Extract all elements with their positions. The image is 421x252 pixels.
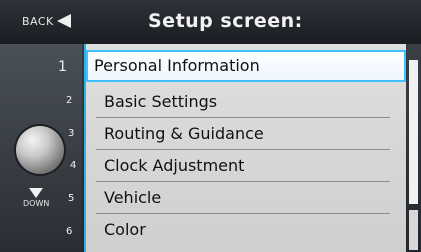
back-label: BACK bbox=[22, 14, 54, 28]
menu-item-label: Routing & Guidance bbox=[104, 124, 264, 143]
down-arrow-icon bbox=[29, 188, 44, 198]
menu-item-basic-settings[interactable]: Basic Settings bbox=[86, 86, 406, 118]
scroll-bar[interactable] bbox=[409, 60, 418, 204]
item-number-6: 6 bbox=[66, 226, 73, 237]
header-bar: BACK Setup screen: bbox=[0, 0, 421, 44]
menu-item-label: Personal Information bbox=[94, 56, 260, 75]
setup-menu: Personal Information Basic Settings Rout… bbox=[86, 44, 406, 252]
scroll-bar-lower[interactable] bbox=[409, 210, 418, 250]
back-button[interactable]: BACK bbox=[22, 14, 71, 28]
right-scroll-strip bbox=[406, 44, 421, 252]
menu-item-label: Vehicle bbox=[104, 188, 162, 207]
item-number-5: 5 bbox=[68, 193, 75, 204]
page-title: Setup screen: bbox=[148, 10, 303, 32]
menu-item-color[interactable]: Color bbox=[86, 214, 406, 246]
menu-item-label: Basic Settings bbox=[104, 92, 218, 111]
menu-item-routing-guidance[interactable]: Routing & Guidance bbox=[86, 118, 406, 150]
menu-item-clock-adjustment[interactable]: Clock Adjustment bbox=[86, 150, 406, 182]
down-label: DOWN bbox=[23, 199, 50, 208]
menu-item-vehicle[interactable]: Vehicle bbox=[86, 182, 406, 214]
back-arrow-icon bbox=[56, 14, 71, 28]
down-button[interactable]: DOWN bbox=[23, 188, 49, 208]
item-number-2: 2 bbox=[66, 95, 73, 106]
item-number-1: 1 bbox=[58, 59, 67, 75]
item-number-4: 4 bbox=[70, 160, 77, 171]
setup-screen: BACK Setup screen: 1 2 3 4 5 6 DOWN Pers… bbox=[0, 0, 421, 252]
item-number-3: 3 bbox=[68, 128, 75, 139]
menu-item-label: Color bbox=[104, 220, 146, 239]
menu-item-personal-information[interactable]: Personal Information bbox=[86, 50, 406, 82]
selector-knob-icon[interactable] bbox=[16, 126, 64, 174]
menu-item-label: Clock Adjustment bbox=[104, 156, 245, 175]
